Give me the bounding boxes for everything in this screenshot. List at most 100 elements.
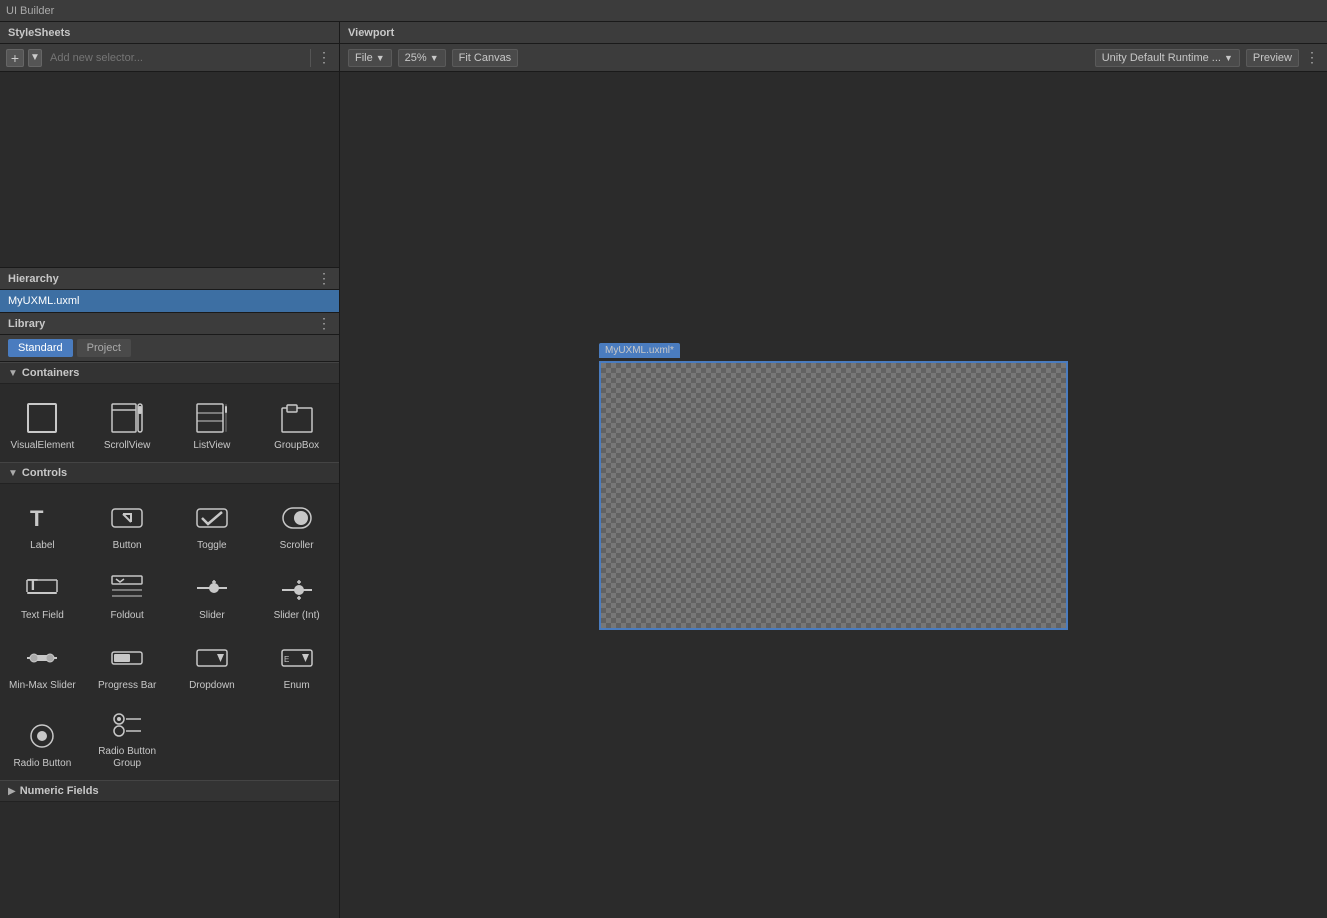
group-box-label: GroupBox bbox=[274, 440, 319, 452]
library-item-dropdown[interactable]: Dropdown bbox=[170, 628, 255, 698]
canvas-checkerboard bbox=[601, 363, 1066, 628]
scroller-icon bbox=[279, 500, 315, 536]
viewport: Viewport File ▼ 25% ▼ Fit Canvas Unity D… bbox=[340, 22, 1327, 918]
containers-arrow: ▼ bbox=[8, 368, 18, 379]
preview-label: Preview bbox=[1253, 52, 1292, 64]
canvas-frame: MyUXML.uxml* bbox=[599, 361, 1068, 630]
toggle-icon bbox=[194, 500, 230, 536]
enum-item-label: Enum bbox=[284, 680, 310, 692]
visual-element-label: VisualElement bbox=[11, 440, 75, 452]
button-icon bbox=[109, 500, 145, 536]
progress-bar-icon bbox=[109, 640, 145, 676]
library-item-toggle[interactable]: Toggle bbox=[170, 488, 255, 558]
hierarchy-menu-button[interactable]: ⋮ bbox=[317, 270, 331, 287]
main-layout: StyleSheets + ▼ ⋮ Hierarchy ⋮ MyUXML.uxm… bbox=[0, 22, 1327, 918]
runtime-button[interactable]: Unity Default Runtime ... ▼ bbox=[1095, 49, 1240, 67]
dropdown-icon bbox=[194, 640, 230, 676]
canvas-frame-title: MyUXML.uxml* bbox=[599, 343, 680, 358]
controls-arrow: ▼ bbox=[8, 468, 18, 479]
hierarchy-header: Hierarchy ⋮ bbox=[0, 268, 339, 290]
library-item-scroller[interactable]: Scroller bbox=[254, 488, 339, 558]
library-section: Library ⋮ Standard Project ▼ Containers bbox=[0, 312, 339, 918]
library-item-visual-element[interactable]: VisualElement bbox=[0, 388, 85, 458]
viewport-header: Viewport bbox=[340, 22, 1327, 44]
add-selector-plus-button[interactable]: + bbox=[6, 49, 24, 67]
library-menu-button[interactable]: ⋮ bbox=[317, 315, 331, 332]
hierarchy-section: Hierarchy ⋮ MyUXML.uxml bbox=[0, 267, 339, 312]
controls-grid: T Label bbox=[0, 484, 339, 780]
hierarchy-item-label: MyUXML.uxml bbox=[8, 295, 80, 307]
library-header: Library ⋮ bbox=[0, 313, 339, 335]
file-button[interactable]: File ▼ bbox=[348, 49, 392, 67]
stylesheets-area bbox=[0, 72, 339, 267]
library-item-group-box[interactable]: GroupBox bbox=[254, 388, 339, 458]
label-icon: T bbox=[24, 500, 60, 536]
radio-button-icon bbox=[24, 718, 60, 754]
library-item-foldout[interactable]: Foldout bbox=[85, 558, 170, 628]
viewport-canvas: MyUXML.uxml* bbox=[340, 72, 1327, 918]
add-selector-separator bbox=[310, 49, 311, 67]
fit-canvas-label: Fit Canvas bbox=[459, 52, 512, 64]
category-numeric-fields[interactable]: ▶ Numeric Fields bbox=[0, 780, 339, 802]
add-selector-more-button[interactable]: ⋮ bbox=[315, 49, 333, 66]
toolbar-more-button[interactable]: ⋮ bbox=[1305, 49, 1319, 66]
group-box-icon bbox=[279, 400, 315, 436]
svg-text:E: E bbox=[284, 655, 289, 664]
category-controls[interactable]: ▼ Controls bbox=[0, 462, 339, 484]
preview-button[interactable]: Preview bbox=[1246, 49, 1299, 67]
library-item-min-max-slider[interactable]: Min-Max Slider bbox=[0, 628, 85, 698]
canvas-border bbox=[599, 361, 1068, 630]
library-item-radio-button-group[interactable]: Radio Button Group bbox=[85, 698, 170, 776]
tab-standard[interactable]: Standard bbox=[8, 339, 73, 357]
foldout-item-label: Foldout bbox=[110, 610, 143, 622]
library-item-list-view[interactable]: ListView bbox=[170, 388, 255, 458]
zoom-button[interactable]: 25% ▼ bbox=[398, 49, 446, 67]
library-content: ▼ Containers VisualElement bbox=[0, 362, 339, 918]
library-item-slider-int[interactable]: Slider (Int) bbox=[254, 558, 339, 628]
toolbar-right: Unity Default Runtime ... ▼ Preview ⋮ bbox=[1095, 49, 1319, 67]
add-selector-dropdown-button[interactable]: ▼ bbox=[28, 49, 42, 67]
enum-icon: E bbox=[279, 640, 315, 676]
add-selector-bar: + ▼ ⋮ bbox=[0, 44, 339, 72]
library-item-progress-bar[interactable]: Progress Bar bbox=[85, 628, 170, 698]
library-item-text-field[interactable]: T Text Field bbox=[0, 558, 85, 628]
button-item-label: Button bbox=[113, 540, 142, 552]
hierarchy-title: Hierarchy bbox=[8, 273, 59, 285]
left-panel: StyleSheets + ▼ ⋮ Hierarchy ⋮ MyUXML.uxm… bbox=[0, 22, 340, 918]
scroll-view-icon bbox=[109, 400, 145, 436]
hierarchy-area: MyUXML.uxml bbox=[0, 290, 339, 312]
min-max-slider-icon bbox=[24, 640, 60, 676]
foldout-icon bbox=[109, 570, 145, 606]
fit-canvas-button[interactable]: Fit Canvas bbox=[452, 49, 519, 67]
slider-icon bbox=[194, 570, 230, 606]
scroller-item-label: Scroller bbox=[280, 540, 314, 552]
category-containers[interactable]: ▼ Containers bbox=[0, 362, 339, 384]
toggle-item-label: Toggle bbox=[197, 540, 226, 552]
numeric-fields-title: Numeric Fields bbox=[20, 785, 99, 797]
runtime-label: Unity Default Runtime ... bbox=[1102, 52, 1221, 64]
add-selector-input[interactable] bbox=[46, 50, 302, 66]
top-bar: UI Builder bbox=[0, 0, 1327, 22]
library-item-label[interactable]: T Label bbox=[0, 488, 85, 558]
library-item-radio-button[interactable]: Radio Button bbox=[0, 698, 85, 776]
zoom-arrow-icon: ▼ bbox=[430, 53, 439, 63]
stylesheets-header: StyleSheets bbox=[0, 22, 339, 44]
label-item-label: Label bbox=[30, 540, 54, 552]
file-arrow-icon: ▼ bbox=[376, 53, 385, 63]
library-item-enum[interactable]: E Enum bbox=[254, 628, 339, 698]
containers-grid: VisualElement ScrollView bbox=[0, 384, 339, 462]
numeric-fields-arrow: ▶ bbox=[8, 786, 16, 797]
controls-title: Controls bbox=[22, 467, 67, 479]
library-item-slider[interactable]: Slider bbox=[170, 558, 255, 628]
runtime-arrow-icon: ▼ bbox=[1224, 53, 1233, 63]
library-title: Library bbox=[8, 318, 45, 330]
slider-int-item-label: Slider (Int) bbox=[274, 610, 320, 622]
zoom-label: 25% bbox=[405, 52, 427, 64]
library-item-scroll-view[interactable]: ScrollView bbox=[85, 388, 170, 458]
list-view-icon bbox=[194, 400, 230, 436]
library-item-button[interactable]: Button bbox=[85, 488, 170, 558]
hierarchy-item[interactable]: MyUXML.uxml bbox=[0, 290, 339, 312]
min-max-slider-item-label: Min-Max Slider bbox=[9, 680, 76, 692]
tab-project[interactable]: Project bbox=[77, 339, 131, 357]
viewport-title: Viewport bbox=[348, 27, 394, 39]
